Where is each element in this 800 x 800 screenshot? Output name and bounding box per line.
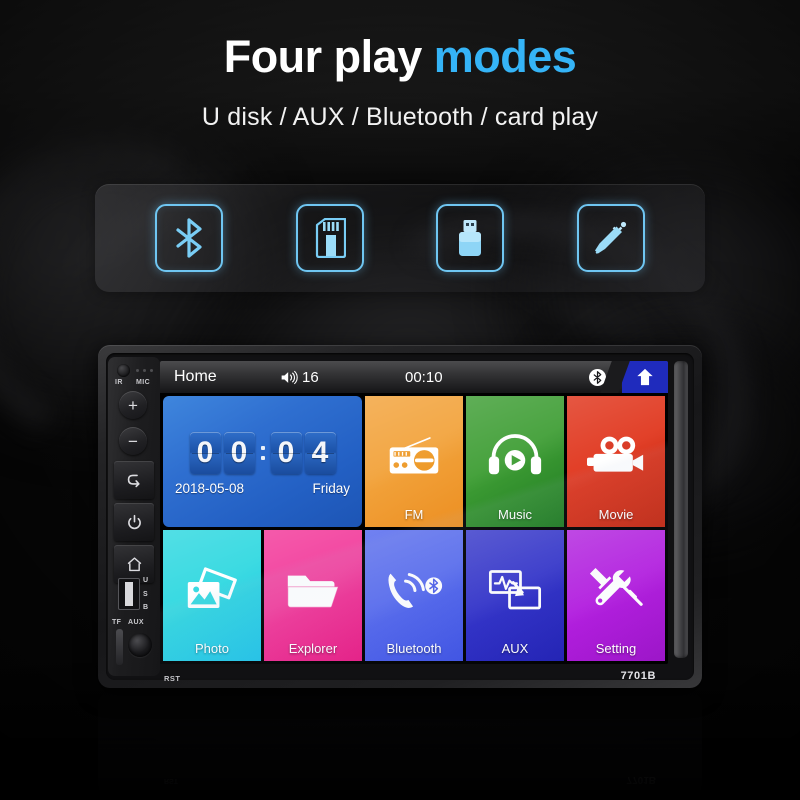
status-time: 00:10 bbox=[405, 368, 443, 386]
bluetooth-mode-icon bbox=[155, 204, 224, 272]
reflection-reset: RST bbox=[164, 777, 178, 784]
volume-down-label: − bbox=[128, 431, 138, 451]
tile-label: Explorer bbox=[288, 641, 338, 656]
tile-movie[interactable]: Movie bbox=[567, 396, 665, 527]
tile-label: AUX bbox=[501, 641, 529, 656]
volume-up-button[interactable]: + bbox=[119, 391, 147, 419]
tile-explorer[interactable]: Explorer bbox=[264, 530, 362, 661]
home-up-arrow-icon bbox=[637, 368, 653, 386]
reflection-model: 7701B bbox=[626, 774, 656, 785]
tile-bluetooth[interactable]: Bluetooth bbox=[365, 530, 463, 661]
aux-label: AUX bbox=[128, 619, 144, 626]
tf-label: TF bbox=[112, 619, 122, 626]
clock-tile[interactable]: 0 0 0 4 2018-05-08 Friday bbox=[163, 396, 362, 527]
aux-jack-port[interactable] bbox=[128, 633, 152, 657]
ir-label: IR bbox=[115, 379, 123, 386]
reset-label: RST bbox=[164, 674, 181, 683]
tile-label: Photo bbox=[195, 641, 229, 656]
page-title-plain: Four play bbox=[223, 31, 434, 82]
tile-label: Music bbox=[498, 507, 532, 522]
ir-sensor-icon bbox=[117, 364, 130, 377]
microphone-icon bbox=[136, 369, 154, 373]
clock-colon bbox=[260, 445, 265, 460]
mic-label: MIC bbox=[136, 379, 151, 386]
back-arrow-icon bbox=[127, 474, 140, 487]
volume-up-label: + bbox=[128, 395, 138, 415]
car-stereo-head-unit: IR MIC + − U S B TF AUX Home 16 00:10 0 … bbox=[98, 345, 702, 688]
home-tile-grid: 0 0 0 4 2018-05-08 Friday FM Music Movie… bbox=[160, 393, 668, 664]
tile-label: Movie bbox=[598, 507, 634, 522]
status-title: Home bbox=[174, 368, 217, 385]
clock-minute-tens: 0 bbox=[270, 431, 302, 474]
volume-down-button[interactable]: − bbox=[119, 427, 147, 455]
play-modes-panel bbox=[95, 184, 705, 292]
usb-port[interactable] bbox=[118, 578, 140, 610]
tile-photo[interactable]: Photo bbox=[163, 530, 261, 661]
page-title-accent: modes bbox=[433, 31, 577, 82]
model-number: 7701B bbox=[620, 670, 656, 682]
tile-label: Bluetooth bbox=[386, 641, 442, 656]
usb-label: U S B bbox=[143, 577, 157, 611]
status-bar: Home 16 00:10 bbox=[160, 361, 668, 393]
clock-minute-ones: 4 bbox=[304, 431, 336, 474]
tile-setting[interactable]: Setting bbox=[567, 530, 665, 661]
left-control-panel: IR MIC + − U S B TF AUX bbox=[108, 357, 160, 676]
clock-subtext: 2018-05-08 Friday bbox=[175, 481, 350, 496]
tile-label: Setting bbox=[595, 641, 637, 656]
usb-letter-b: B bbox=[143, 604, 149, 611]
clock-weekday: Friday bbox=[312, 480, 350, 496]
page-subtitle: U disk / AUX / Bluetooth / card play bbox=[201, 103, 599, 131]
usb-drive-mode-icon bbox=[436, 204, 505, 272]
usb-letter-s: S bbox=[143, 590, 148, 598]
tile-fm[interactable]: FM bbox=[365, 396, 463, 527]
usb-letter-u: U bbox=[143, 577, 149, 584]
clock-hour-tens: 0 bbox=[189, 431, 221, 474]
tf-card-slot[interactable] bbox=[116, 629, 123, 665]
power-button[interactable] bbox=[114, 503, 154, 541]
volume-icon bbox=[281, 370, 298, 384]
sd-card-mode-icon bbox=[295, 204, 364, 272]
home-key-button[interactable] bbox=[622, 361, 668, 393]
status-volume: 16 bbox=[280, 369, 319, 386]
clock-hour-ones: 0 bbox=[223, 431, 255, 474]
clock-date: 2018-05-08 bbox=[175, 480, 245, 496]
home-icon bbox=[127, 556, 141, 571]
tile-label: FM bbox=[404, 507, 424, 522]
device-reflection: 7701B RST bbox=[98, 692, 702, 797]
back-button[interactable] bbox=[114, 461, 154, 499]
flip-clock: 0 0 0 4 bbox=[189, 431, 336, 474]
aux-jack-mode-icon bbox=[576, 204, 645, 272]
page-title: Four play modes bbox=[0, 34, 800, 79]
bezel-right-rail bbox=[674, 361, 688, 658]
touchscreen[interactable]: Home 16 00:10 0 0 0 4 2018-05-08 Friday … bbox=[160, 361, 668, 664]
power-icon bbox=[127, 514, 141, 529]
status-volume-value: 16 bbox=[302, 368, 319, 386]
tile-aux[interactable]: AUX bbox=[466, 530, 564, 661]
tile-music[interactable]: Music bbox=[466, 396, 564, 527]
